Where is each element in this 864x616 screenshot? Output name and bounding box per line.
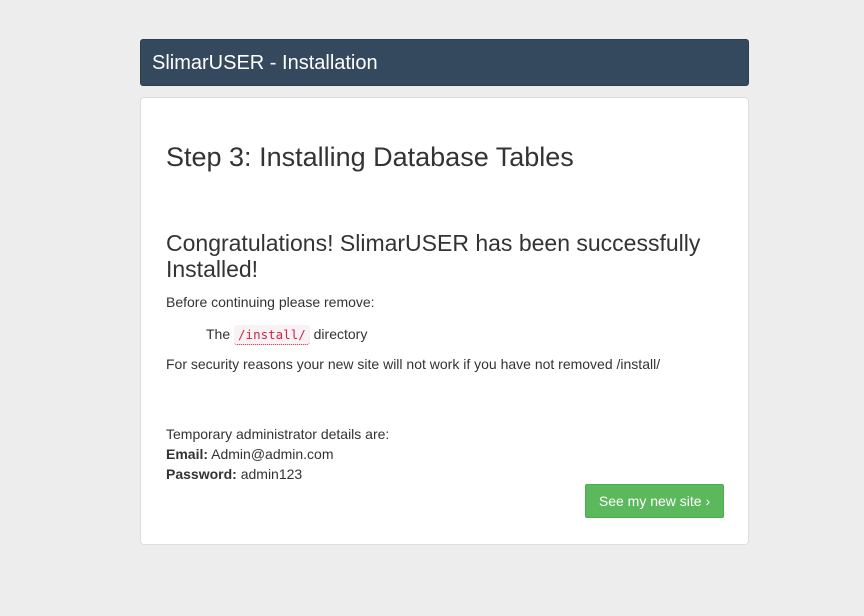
remove-directory-line: The /install/ directory — [206, 322, 367, 347]
remove-prefix: The — [206, 326, 231, 342]
see-new-site-button[interactable]: See my new site › — [585, 484, 724, 518]
admin-intro: Temporary administrator details are: — [166, 426, 390, 442]
step-title: Step 3: Installing Database Tables — [166, 142, 574, 172]
remove-instruction: Before continuing please remove: — [166, 294, 375, 310]
password-value: admin123 — [240, 466, 303, 482]
remove-suffix: directory — [313, 326, 368, 342]
email-value: Admin@admin.com — [211, 446, 334, 462]
install-panel: Step 3: Installing Database Tables Congr… — [140, 97, 749, 545]
success-heading: Congratulations! SlimarUSER has been suc… — [166, 230, 701, 282]
security-note: For security reasons your new site will … — [166, 356, 661, 372]
installer-container: SlimarUSER - Installation Step 3: Instal… — [140, 39, 749, 545]
admin-email-row: Email: Admin@admin.com — [166, 444, 389, 464]
install-path-code: /install/ — [234, 325, 310, 345]
admin-password-row: Password: admin123 — [166, 464, 389, 484]
install-header-title: SlimarUSER - Installation — [152, 52, 378, 74]
install-header: SlimarUSER - Installation — [140, 39, 749, 86]
admin-details: Temporary administrator details are: Ema… — [166, 424, 389, 484]
password-label: Password: — [166, 466, 237, 482]
email-label: Email: — [166, 446, 209, 462]
